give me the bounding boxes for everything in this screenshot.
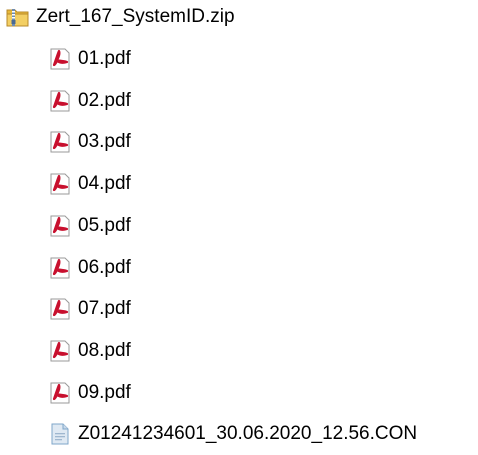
- file-name: 07.pdf: [78, 298, 131, 320]
- file-row[interactable]: 03.pdf: [48, 127, 131, 157]
- file-tree: Zert_167_SystemID.zip 01.pdf 02.pdf 03.pdf…: [0, 0, 478, 455]
- file-row[interactable]: 07.pdf: [48, 294, 131, 324]
- file-name: 08.pdf: [78, 339, 131, 361]
- file-row[interactable]: 06.pdf: [48, 253, 131, 283]
- file-name: 05.pdf: [78, 214, 131, 236]
- pdf-file-icon: [48, 381, 72, 405]
- pdf-file-icon: [48, 339, 72, 363]
- file-row[interactable]: 01.pdf: [48, 44, 131, 74]
- generic-file-icon: [48, 422, 72, 446]
- pdf-file-icon: [48, 89, 72, 113]
- pdf-file-icon: [48, 256, 72, 280]
- file-row[interactable]: 02.pdf: [48, 86, 131, 116]
- file-name: 01.pdf: [78, 48, 131, 69]
- file-name: Z01241234601_30.06.2020_12.56.CON: [78, 423, 418, 445]
- pdf-file-icon: [48, 172, 72, 196]
- archive-name: Zert_167_SystemID.zip: [36, 6, 235, 27]
- pdf-file-icon: [48, 47, 72, 71]
- archive-row[interactable]: Zert_167_SystemID.zip: [6, 2, 235, 32]
- file-name: 02.pdf: [78, 89, 131, 111]
- file-name: 06.pdf: [78, 256, 131, 278]
- file-name: 09.pdf: [78, 381, 131, 403]
- file-row[interactable]: 09.pdf: [48, 378, 131, 408]
- file-name: 03.pdf: [78, 131, 131, 153]
- file-row[interactable]: 05.pdf: [48, 211, 131, 241]
- pdf-file-icon: [48, 214, 72, 238]
- file-name: 04.pdf: [78, 173, 131, 195]
- zip-folder-icon: [6, 5, 30, 29]
- pdf-file-icon: [48, 130, 72, 154]
- file-row[interactable]: Z01241234601_30.06.2020_12.56.CON: [48, 419, 417, 449]
- pdf-file-icon: [48, 297, 72, 321]
- file-row[interactable]: 08.pdf: [48, 336, 131, 366]
- file-row[interactable]: 04.pdf: [48, 169, 131, 199]
